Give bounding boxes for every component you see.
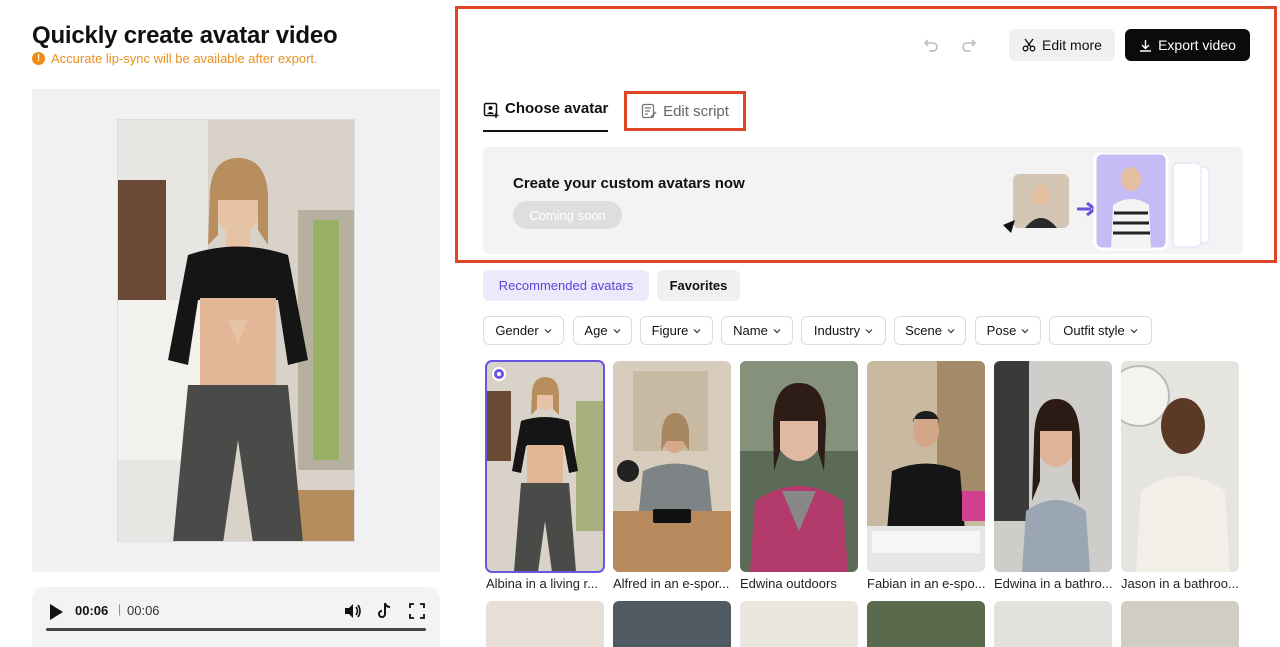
page-title: Quickly create avatar video bbox=[32, 22, 338, 49]
video-preview bbox=[32, 89, 440, 572]
volume-icon[interactable] bbox=[342, 601, 362, 621]
tab-edit-script-label: Edit script bbox=[663, 102, 729, 120]
total-time: 00:06 bbox=[127, 603, 160, 618]
filter-name-label: Name bbox=[733, 323, 768, 338]
lip-sync-notice: ! Accurate lip-sync will be available af… bbox=[32, 51, 318, 66]
avatar-card-row2-6[interactable] bbox=[1121, 601, 1239, 647]
filter-outfit-style[interactable]: Outfit style bbox=[1049, 316, 1152, 345]
video-player-controls: 00:06 | 00:06 bbox=[32, 587, 440, 647]
fullscreen-icon[interactable] bbox=[407, 601, 427, 621]
chevron-down-icon bbox=[947, 328, 955, 333]
chevron-down-icon bbox=[693, 328, 701, 333]
custom-avatar-illustration bbox=[1003, 153, 1210, 251]
filter-industry-label: Industry bbox=[813, 323, 861, 338]
avatar-label-edwina-outdoors: Edwina outdoors bbox=[740, 576, 837, 591]
preview-avatar-image bbox=[117, 119, 355, 542]
filter-age-label: Age bbox=[584, 323, 608, 338]
progress-bar[interactable] bbox=[46, 628, 426, 631]
avatar-card-row2-4[interactable] bbox=[867, 601, 985, 647]
export-video-label: Export video bbox=[1158, 37, 1236, 53]
warning-icon: ! bbox=[32, 52, 45, 65]
avatar-add-icon bbox=[483, 102, 499, 118]
scissors-icon bbox=[1022, 38, 1036, 52]
undo-icon[interactable] bbox=[923, 37, 939, 53]
avatar-card-edwina-outdoors[interactable] bbox=[740, 361, 858, 572]
export-video-button[interactable]: Export video bbox=[1125, 29, 1250, 61]
avatar-card-alfred[interactable] bbox=[613, 361, 731, 572]
chevron-down-icon bbox=[1130, 328, 1138, 333]
chevron-down-icon bbox=[773, 328, 781, 333]
avatar-label-alfred: Alfred in an e-spor... bbox=[613, 576, 730, 591]
filter-scene-label: Scene bbox=[905, 323, 942, 338]
avatar-card-jason[interactable] bbox=[1121, 361, 1239, 572]
play-icon[interactable] bbox=[48, 603, 64, 621]
script-edit-icon bbox=[641, 103, 657, 119]
tiktok-icon[interactable] bbox=[374, 601, 394, 621]
filter-industry[interactable]: Industry bbox=[801, 316, 886, 345]
custom-avatar-banner: Create your custom avatars now Coming so… bbox=[483, 147, 1243, 254]
chevron-down-icon bbox=[865, 328, 873, 333]
edit-more-button[interactable]: Edit more bbox=[1009, 29, 1115, 61]
avatar-card-albina[interactable] bbox=[485, 360, 605, 573]
filter-age[interactable]: Age bbox=[573, 316, 632, 345]
chevron-down-icon bbox=[613, 328, 620, 333]
avatar-card-row2-5[interactable] bbox=[994, 601, 1112, 647]
avatar-label-albina: Albina in a living r... bbox=[486, 576, 599, 591]
tab-edit-script[interactable]: Edit script bbox=[624, 91, 746, 131]
avatar-card-fabian[interactable] bbox=[867, 361, 985, 572]
tab-choose-avatar-label: Choose avatar bbox=[505, 100, 609, 117]
filter-figure[interactable]: Figure bbox=[640, 316, 713, 345]
download-icon bbox=[1140, 39, 1152, 52]
filter-gender[interactable]: Gender bbox=[483, 316, 564, 345]
filter-name[interactable]: Name bbox=[721, 316, 793, 345]
chevron-down-icon bbox=[544, 328, 552, 333]
filter-gender-label: Gender bbox=[495, 323, 539, 338]
notice-text: Accurate lip-sync will be available afte… bbox=[51, 51, 318, 66]
filter-pose[interactable]: Pose bbox=[975, 316, 1041, 345]
edit-more-label: Edit more bbox=[1042, 37, 1102, 53]
avatar-label-edwina-bathroom: Edwina in a bathro... bbox=[994, 576, 1113, 591]
avatar-card-row2-3[interactable] bbox=[740, 601, 858, 647]
filter-scene[interactable]: Scene bbox=[894, 316, 966, 345]
filter-pose-label: Pose bbox=[986, 323, 1017, 338]
avatar-card-row2-2[interactable] bbox=[613, 601, 731, 647]
filter-figure-label: Figure bbox=[651, 323, 689, 338]
chevron-down-icon bbox=[1021, 328, 1029, 333]
coming-soon-button[interactable]: Coming soon bbox=[513, 201, 622, 229]
time-separator: | bbox=[118, 602, 122, 616]
selected-indicator-icon bbox=[492, 367, 506, 381]
avatar-card-row2-1[interactable] bbox=[486, 601, 604, 647]
progress-fill bbox=[46, 628, 426, 631]
avatar-label-fabian: Fabian in an e-spo... bbox=[867, 576, 986, 591]
avatar-card-edwina-bathroom[interactable] bbox=[994, 361, 1112, 572]
avatar-label-jason: Jason in a bathroo... bbox=[1121, 576, 1239, 591]
tab-favorites[interactable]: Favorites bbox=[657, 270, 740, 301]
banner-title: Create your custom avatars now bbox=[513, 175, 745, 192]
tab-choose-avatar[interactable]: Choose avatar bbox=[483, 100, 609, 132]
current-time: 00:06 bbox=[75, 603, 109, 618]
tab-recommended-avatars[interactable]: Recommended avatars bbox=[483, 270, 649, 301]
filter-outfit-style-label: Outfit style bbox=[1063, 323, 1125, 338]
redo-icon[interactable] bbox=[961, 37, 977, 53]
